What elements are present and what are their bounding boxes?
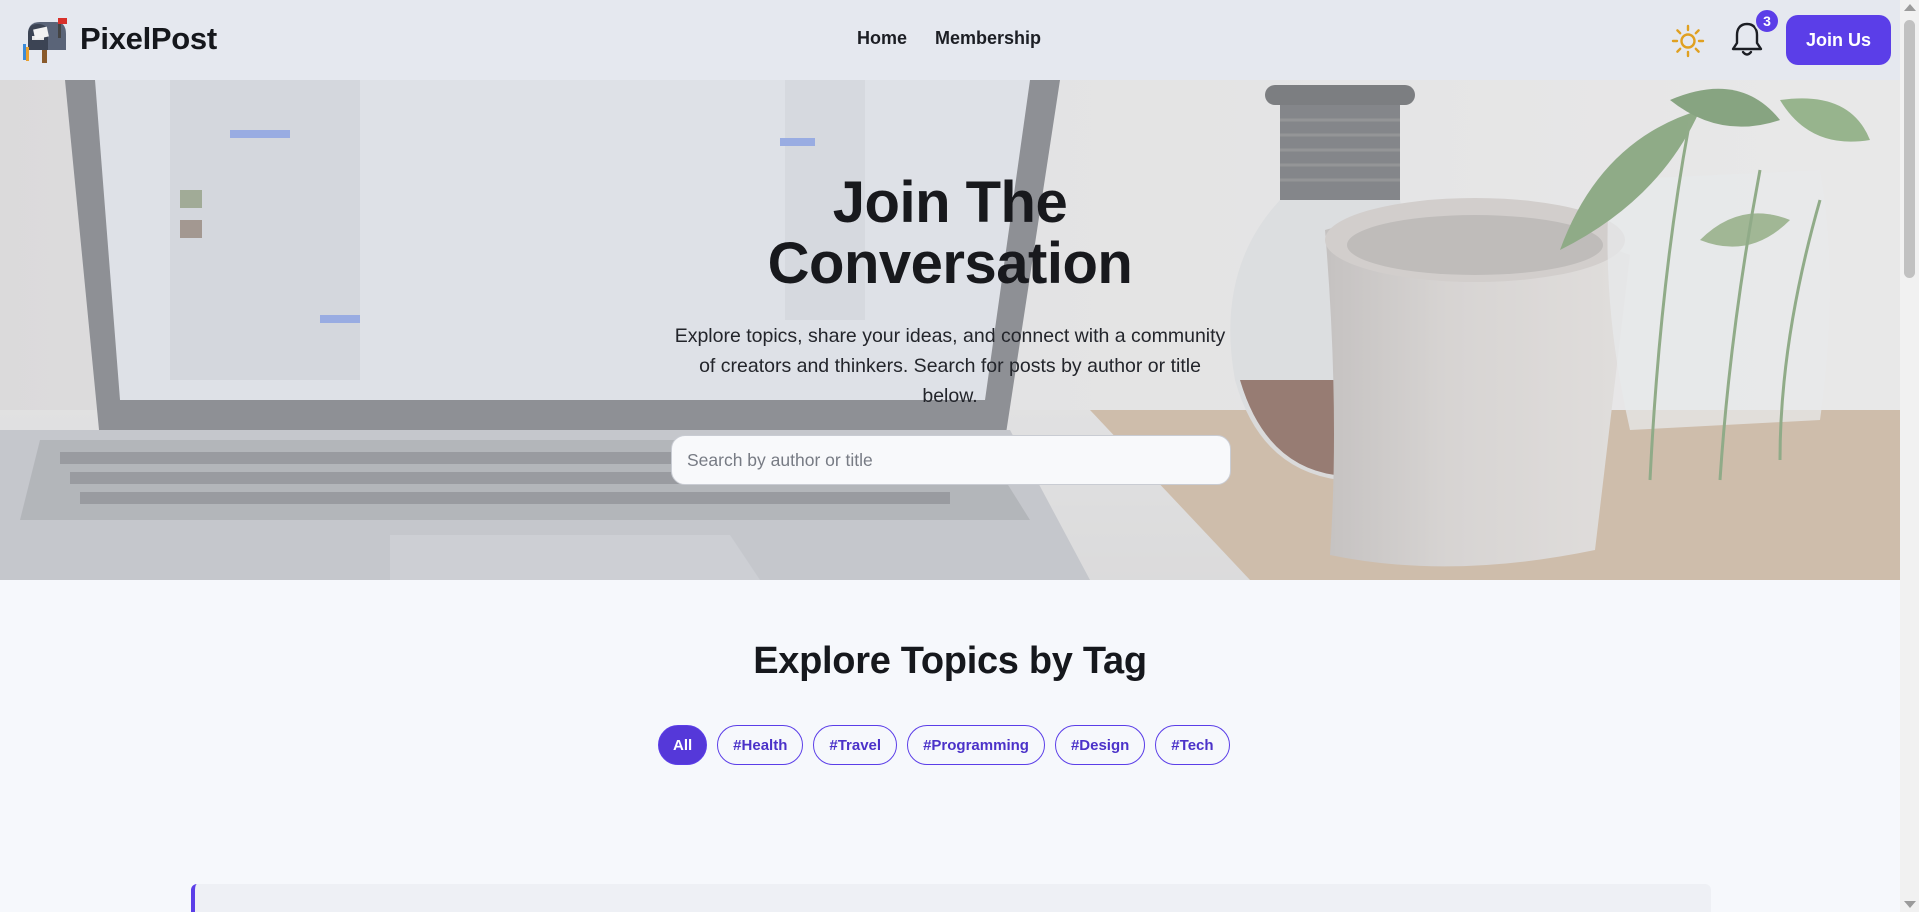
brand[interactable]: PixelPost [20, 14, 217, 64]
mailbox-icon [23, 18, 67, 63]
hero: Join The Conversation Explore topics, sh… [0, 80, 1900, 580]
nav-link-membership[interactable]: Membership [935, 28, 1041, 49]
tag-health[interactable]: #Health [717, 725, 804, 765]
brand-name: PixelPost [80, 21, 217, 56]
nav-link-home[interactable]: Home [857, 28, 907, 49]
nav-links: Home Membership [857, 28, 1041, 49]
hero-title: Join The Conversation [767, 170, 1133, 296]
post-card[interactable] [191, 884, 1711, 912]
tag-filter-list: All #Health #Travel #Programming #Design… [658, 725, 1230, 765]
scroll-up-arrow-icon[interactable] [1904, 4, 1916, 11]
search-input[interactable] [671, 435, 1231, 485]
notification-badge: 3 [1754, 8, 1780, 34]
scroll-down-arrow-icon[interactable] [1904, 901, 1916, 908]
tag-all[interactable]: All [658, 725, 708, 765]
page-scrollbar[interactable] [1900, 0, 1919, 912]
join-us-button[interactable]: Join Us [1786, 15, 1891, 65]
topics-title: Explore Topics by Tag [753, 640, 1147, 682]
scrollbar-thumb[interactable] [1904, 20, 1915, 278]
navbar: PixelPost Home Membership 3 Join Us [0, 0, 1900, 80]
hero-subtitle: Explore topics, share your ideas, and co… [674, 325, 1226, 407]
tag-design[interactable]: #Design [1054, 725, 1146, 765]
tag-travel[interactable]: #Travel [813, 725, 898, 765]
tag-tech[interactable]: #Tech [1155, 725, 1230, 765]
sun-icon[interactable] [1671, 24, 1705, 58]
tag-programming[interactable]: #Programming [907, 725, 1045, 765]
